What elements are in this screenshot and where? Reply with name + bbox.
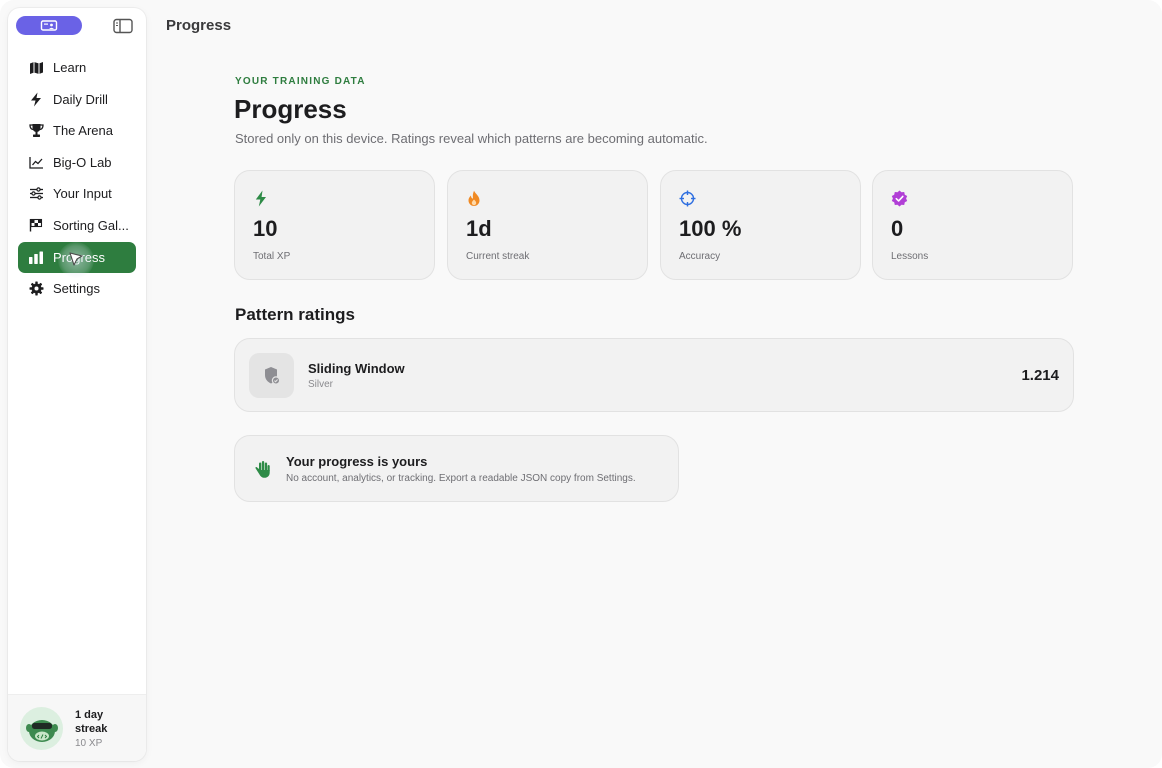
sidebar-item-label: Your Input	[53, 186, 112, 202]
pattern-rating-value: 1.214	[1021, 367, 1059, 384]
section-eyebrow: YOUR TRAINING DATA	[235, 76, 366, 87]
sidebar-item-your-input[interactable]: Your Input	[18, 178, 136, 209]
sidebar-item-progress[interactable]: Progress	[18, 241, 136, 273]
sidebar-item-label: Learn	[53, 60, 87, 75]
sidebar-toolbar	[8, 8, 146, 44]
shield-check-icon	[264, 366, 280, 385]
stat-value: 100 %	[679, 216, 742, 241]
privacy-notice: Your progress is yours No account, analy…	[234, 435, 679, 502]
verified-badge-icon	[890, 189, 908, 207]
sidebar-item-settings[interactable]: Settings	[18, 273, 136, 304]
section-title: Pattern ratings	[235, 305, 355, 324]
sidebar-item-label: Daily Drill	[53, 91, 108, 107]
window-title: Progress	[166, 17, 232, 34]
streak-label: 1 day streak	[75, 709, 108, 735]
robot-mascot-icon	[25, 719, 58, 742]
sidebar-item-label: Settings	[53, 281, 100, 297]
sidebar-item-big-o-lab[interactable]: Big-O Lab	[18, 147, 136, 178]
pattern-tier: Silver	[308, 379, 334, 390]
sidebar: Learn Daily Drill The Arena Big-O Lab Yo…	[8, 8, 146, 761]
hand-raised-icon	[254, 459, 272, 479]
stat-card-lessons: 0 Lessons	[872, 170, 1073, 280]
sidebar-item-label: Progress	[53, 249, 106, 265]
bolt-icon	[28, 91, 44, 107]
monitor-user-icon	[40, 19, 58, 31]
sidebar-nav: Learn Daily Drill The Arena Big-O Lab Yo…	[18, 52, 136, 305]
pattern-rating-row[interactable]: Sliding Window Silver 1.214	[234, 338, 1074, 412]
stat-label: Accuracy	[679, 251, 721, 262]
sidebar-item-label: The Arena	[53, 123, 113, 139]
stat-value: 0	[891, 216, 904, 241]
stat-card-current-streak: 1d Current streak	[447, 170, 648, 280]
stat-label: Total XP	[253, 251, 291, 262]
stat-card-total-xp: 10 Total XP	[234, 170, 435, 280]
bar-chart-icon	[28, 249, 44, 265]
page-subtitle: Stored only on this device. Ratings reve…	[235, 131, 708, 146]
sidebar-item-label: Sorting Gal...	[53, 217, 129, 233]
sidebar-item-learn[interactable]: Learn	[18, 52, 136, 83]
stat-value: 1d	[466, 216, 492, 241]
stat-label: Lessons	[891, 251, 929, 262]
avatar[interactable]	[20, 707, 63, 750]
xp-label: 10 XP	[75, 738, 103, 749]
crosshair-icon	[678, 189, 696, 207]
streak-summary: 1 day streak 10 XP	[8, 694, 146, 761]
app-logo-button[interactable]	[16, 16, 82, 35]
sidebar-toggle-button[interactable]	[112, 17, 134, 34]
flag-checkered-icon	[28, 217, 44, 233]
privacy-text: No account, analytics, or tracking. Expo…	[286, 473, 636, 484]
bolt-icon	[252, 189, 270, 207]
privacy-title: Your progress is yours	[286, 454, 428, 469]
pattern-name: Sliding Window	[308, 361, 405, 376]
stat-value: 10	[253, 216, 278, 241]
app-window: Learn Daily Drill The Arena Big-O Lab Yo…	[0, 0, 1162, 768]
map-icon	[28, 60, 44, 76]
trophy-icon	[28, 123, 44, 139]
sidebar-item-daily-drill[interactable]: Daily Drill	[18, 84, 136, 115]
sidebar-item-the-arena[interactable]: The Arena	[18, 115, 136, 146]
flame-icon	[465, 189, 483, 207]
sidebar-item-label: Big-O Lab	[53, 154, 112, 170]
sidebar-item-sorting-gallery[interactable]: Sorting Gal...	[18, 210, 136, 241]
gear-icon	[28, 281, 44, 297]
sliders-icon	[28, 186, 44, 202]
page-title: Progress	[234, 94, 347, 124]
sidebar-toggle-icon	[113, 18, 133, 33]
chart-line-icon	[28, 154, 44, 170]
tier-badge	[249, 353, 294, 398]
stat-card-accuracy: 100 % Accuracy	[660, 170, 861, 280]
stat-label: Current streak	[466, 251, 530, 262]
